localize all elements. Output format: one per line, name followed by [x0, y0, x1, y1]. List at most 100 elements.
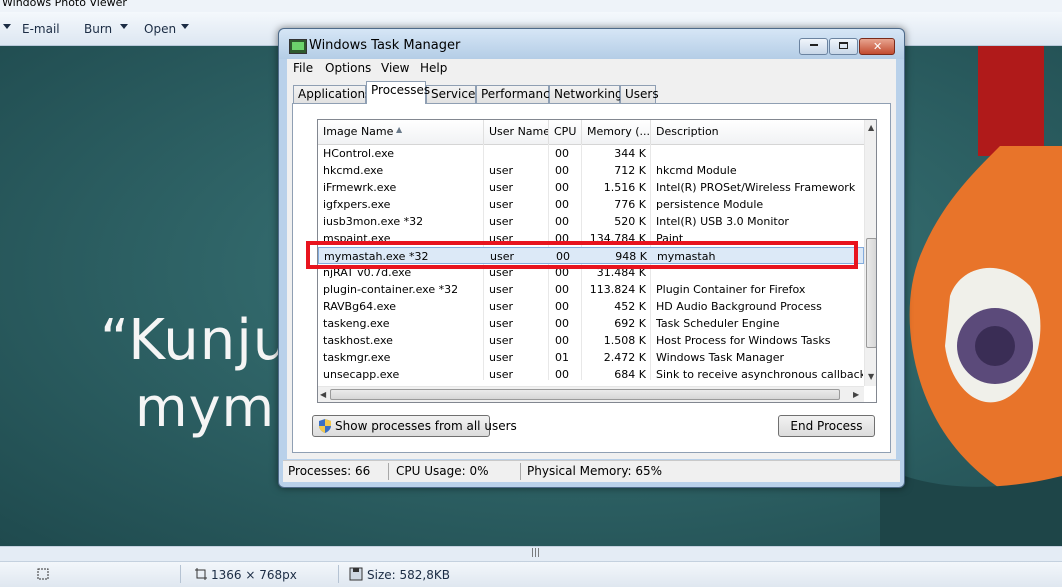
tab-services[interactable]: Services — [426, 85, 482, 103]
close-button[interactable]: ✕ — [859, 38, 895, 55]
menu-help[interactable]: Help — [420, 61, 447, 75]
table-row[interactable]: igfxpers.exe user 00 776 K persistence Modul… — [318, 196, 864, 213]
table-row[interactable]: RAVBg64.exe user 00 452 K HD Audio Backgroun… — [318, 298, 864, 315]
scroll-right-icon[interactable]: ▶ — [853, 390, 859, 399]
email-button[interactable]: E-mail — [22, 22, 60, 36]
minimize-button[interactable] — [799, 38, 828, 55]
tab-applications[interactable]: Applications — [293, 85, 371, 103]
close-icon: ✕ — [873, 40, 883, 53]
photo-viewer-statusbar: 1366 × 768px Size: 582,8KB — [0, 561, 1062, 587]
open-button[interactable]: Open — [144, 22, 176, 36]
tab-users[interactable]: Users — [620, 85, 659, 103]
process-cpu: 00 — [555, 147, 569, 160]
maximize-icon — [839, 42, 848, 49]
process-memory: 344 K — [614, 147, 646, 160]
process-cpu: 00 — [555, 283, 569, 296]
photo-red-ribbon — [978, 46, 1044, 156]
process-user: user — [489, 334, 513, 347]
scroll-down-icon[interactable]: ▼ — [868, 372, 874, 381]
process-user: user — [489, 164, 513, 177]
process-user: user — [489, 300, 513, 313]
table-row[interactable]: HControl.exe 00 344 K — [318, 145, 864, 162]
table-row[interactable]: unsecapp.exe user 00 684 K Sink to receive a… — [318, 366, 864, 383]
image-dimensions: 1366 × 768px — [211, 568, 297, 582]
table-row[interactable]: taskmgr.exe user 01 2.472 K Windows Task Man… — [318, 349, 864, 366]
process-cpu: 00 — [555, 300, 569, 313]
process-memory: 113.824 K — [589, 283, 646, 296]
table-row[interactable]: iusb3mon.exe *32 user 00 520 K Intel(R) USB … — [318, 213, 864, 230]
photo-text-line2: mym — [135, 376, 276, 439]
tab-performance[interactable]: Performance — [476, 85, 557, 103]
status-divider — [520, 463, 521, 480]
column-header-image-name[interactable]: Image Name ▲ — [318, 120, 484, 144]
process-memory: 712 K — [614, 164, 646, 177]
end-process-button[interactable]: End Process — [778, 415, 875, 437]
column-header-cpu[interactable]: CPU — [549, 120, 582, 144]
task-manager-menubar: File Options View Help — [287, 59, 896, 79]
process-name: RAVBg64.exe — [323, 300, 397, 313]
process-user: user — [489, 181, 513, 194]
process-name: taskhost.exe — [323, 334, 393, 347]
process-name: plugin-container.exe *32 — [323, 283, 459, 296]
process-cpu: 00 — [555, 334, 569, 347]
table-row[interactable]: plugin-container.exe *32 user 00 113.824 K P… — [318, 281, 864, 298]
column-header-user-name[interactable]: User Name — [484, 120, 549, 144]
maximize-button[interactable] — [829, 38, 858, 55]
minimize-icon — [810, 44, 818, 46]
fit-window-icon[interactable] — [36, 567, 50, 581]
red-highlight-box — [306, 241, 858, 269]
image-file-size: Size: 582,8KB — [367, 568, 450, 582]
process-description: hkcmd Module — [656, 164, 737, 177]
back-arrow-icon[interactable] — [3, 24, 11, 29]
process-cpu: 00 — [555, 164, 569, 177]
burn-dropdown-icon[interactable] — [120, 24, 128, 29]
column-header-description[interactable]: Description — [651, 120, 864, 144]
process-cpu: 00 — [555, 181, 569, 194]
task-manager-statusbar: Processes: 66 CPU Usage: 0% Physical Mem… — [283, 460, 900, 482]
process-user: user — [489, 368, 513, 381]
task-manager-titlebar[interactable]: Windows Task Manager ✕ — [279, 29, 904, 59]
column-header-memory[interactable]: Memory (... — [582, 120, 651, 144]
process-description: Host Process for Windows Tasks — [656, 334, 831, 347]
process-description — [656, 145, 863, 162]
show-all-users-button[interactable]: Show processes from all users — [312, 415, 517, 437]
scroll-up-icon[interactable]: ▲ — [868, 123, 874, 132]
photo-orange-mascot-image — [880, 146, 1062, 546]
process-cpu: 00 — [555, 368, 569, 381]
process-user: user — [489, 215, 513, 228]
process-description: Intel(R) USB 3.0 Monitor — [656, 215, 789, 228]
scroll-left-icon[interactable]: ◀ — [320, 390, 326, 399]
menu-options[interactable]: Options — [325, 61, 371, 75]
process-name: taskmgr.exe — [323, 351, 391, 364]
status-divider — [338, 565, 339, 583]
process-memory: 1.508 K — [603, 334, 646, 347]
vertical-scroll-thumb[interactable] — [866, 238, 876, 348]
disk-size-icon — [349, 567, 363, 581]
process-memory: 2.472 K — [603, 351, 646, 364]
processes-tab-panel: Image Name ▲ User Name CPU Memory (... D… — [292, 103, 891, 453]
process-list-header: Image Name ▲ User Name CPU Memory (... D… — [318, 120, 864, 145]
uac-shield-icon — [319, 419, 331, 433]
tab-networking[interactable]: Networking — [549, 85, 623, 103]
open-dropdown-icon[interactable] — [181, 24, 189, 29]
tab-processes[interactable]: Processes — [366, 81, 430, 104]
photo-viewer-titlebar: Windows Photo Viewer — [0, 0, 1062, 12]
process-name: taskeng.exe — [323, 317, 390, 330]
burn-button[interactable]: Burn — [84, 22, 112, 36]
horizontal-scroll-thumb[interactable] — [330, 389, 840, 400]
process-name: HControl.exe — [323, 147, 395, 160]
process-description: Sink to receive asynchronous callbacks f… — [656, 368, 863, 381]
status-process-count: Processes: 66 — [288, 464, 371, 478]
splitter-grip-icon[interactable]: ||| — [531, 548, 540, 558]
table-row[interactable]: taskhost.exe user 00 1.508 K Host Process fo… — [318, 332, 864, 349]
table-row[interactable]: taskeng.exe user 00 692 K Task Scheduler Eng… — [318, 315, 864, 332]
table-row[interactable]: iFrmewrk.exe user 00 1.516 K Intel(R) PROSet… — [318, 179, 864, 196]
process-user: user — [489, 283, 513, 296]
process-cpu: 00 — [555, 215, 569, 228]
process-description: Windows Task Manager — [656, 351, 785, 364]
menu-file[interactable]: File — [293, 61, 313, 75]
vertical-scrollbar[interactable]: ▲ ▼ — [864, 120, 876, 386]
horizontal-scrollbar[interactable]: ◀ ▶ — [318, 386, 864, 402]
menu-view[interactable]: View — [381, 61, 409, 75]
table-row[interactable]: hkcmd.exe user 00 712 K hkcmd Module — [318, 162, 864, 179]
